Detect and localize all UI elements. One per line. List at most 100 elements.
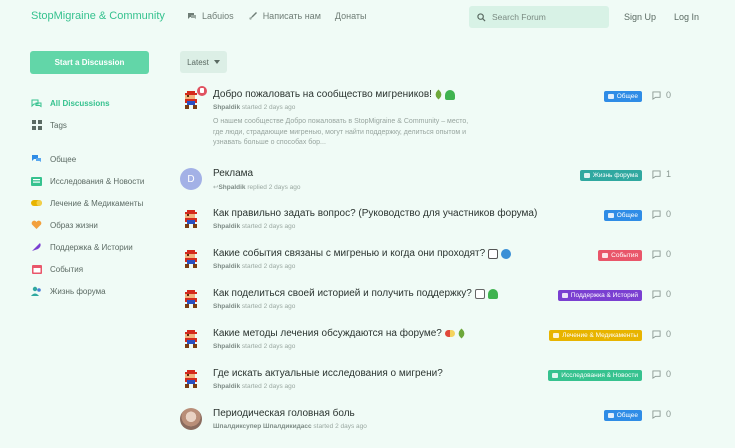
tag-badge[interactable]: Жизнь форума [579, 170, 642, 181]
chat-bubbles-icon [31, 98, 42, 109]
action-text: started [241, 343, 262, 350]
tag-icon [602, 253, 609, 258]
tag-label: Общее [616, 412, 638, 419]
sidebar-tag-events[interactable]: События [31, 258, 144, 280]
tag-badge[interactable]: Общее [603, 210, 642, 221]
time-text: 2 days ago [263, 343, 296, 350]
leaf-emoji-icon [456, 328, 467, 339]
sidebar-tag-research[interactable]: Исследования & Новости [31, 170, 144, 192]
author-name[interactable]: Shpaldik [213, 223, 240, 230]
tag-badge[interactable]: Лечение & Медикаменты [549, 330, 642, 341]
reply-count-number: 0 [666, 209, 672, 219]
nav-discussions[interactable]: Laбuiоs [187, 11, 234, 21]
discussion-title[interactable]: Какие события связаны с мигренью и когда… [213, 248, 512, 259]
author-name[interactable]: Shpaldik [213, 303, 240, 310]
tag-badge[interactable]: Исследования & Новости [548, 370, 642, 381]
newspaper-icon [31, 176, 42, 187]
avatar[interactable] [180, 248, 202, 270]
tag-badge[interactable]: Поддержка & Историй [557, 290, 642, 301]
tag-badge[interactable]: Общее [603, 410, 642, 421]
sidebar-tag-treatment[interactable]: Лечение & Медикаменты [31, 192, 144, 214]
pinned-icon [197, 86, 207, 96]
discussion-title[interactable]: Добро пожаловать на сообщество мигренико… [213, 89, 455, 100]
sidebar-item-all-discussions[interactable]: All Discussions [31, 92, 144, 114]
author-name[interactable]: Shpaldik [213, 383, 240, 390]
reply-count: 0 [652, 409, 671, 419]
comment-icon [652, 209, 661, 219]
discussion-row[interactable]: Где искать актуальные исследования о миг… [180, 368, 675, 392]
discussion-title[interactable]: Какие методы лечения обсуждаются на фору… [213, 328, 467, 339]
avatar[interactable] [180, 408, 202, 430]
time-text: 2 days ago [263, 263, 296, 270]
sidebar-tag-general[interactable]: Общее [31, 148, 144, 170]
discussion-row[interactable]: Какие методы лечения обсуждаются на фору… [180, 328, 675, 352]
comment-icon [652, 90, 661, 100]
avatar[interactable] [180, 328, 202, 350]
sidebar-tag-support[interactable]: Поддержка & Истории [31, 236, 144, 258]
tag-label: Исследования & Новости [561, 372, 638, 379]
search-input[interactable] [492, 12, 602, 22]
action-text: started [241, 223, 262, 230]
comment-icon [652, 169, 661, 179]
discussion-row[interactable]: Как правильно задать вопрос? (Руководств… [180, 208, 675, 232]
avatar[interactable] [180, 288, 202, 310]
sign-up-button[interactable]: Sign Up [624, 12, 656, 22]
search-box[interactable] [469, 6, 609, 28]
tag-badge[interactable]: Общее [603, 91, 642, 102]
sidebar-item-tags[interactable]: Tags [31, 114, 144, 136]
discussion-meta: ↩Shpaldik replied 2 days ago [213, 183, 301, 191]
discussion-title[interactable]: Реклама [213, 168, 253, 179]
nav-donate[interactable]: Донаты [335, 11, 367, 21]
globe-emoji-icon [501, 248, 512, 259]
nav-donate-label: Донаты [334, 11, 367, 21]
search-icon [477, 12, 486, 22]
discussion-row[interactable]: Добро пожаловать на сообщество мигренико… [180, 86, 675, 149]
sidebar-item-label: Tags [50, 120, 67, 130]
author-name[interactable]: Shpaldik [218, 184, 245, 191]
author-name[interactable]: Shpaldik [213, 343, 240, 350]
tag-icon [553, 333, 560, 338]
discussion-title[interactable]: Периодическая головная боль [213, 408, 355, 419]
discussion-title[interactable]: Где искать актуальные исследования о миг… [213, 368, 443, 379]
reply-count-number: 0 [666, 409, 672, 419]
discussion-row[interactable]: D Реклама ↩Shpaldik replied 2 days ago Жизн… [180, 168, 675, 192]
start-discussion-button[interactable]: Start a Discussion [30, 51, 149, 74]
discussion-meta: Shpaldik started 2 days ago [213, 343, 295, 350]
discussion-excerpt: О нашем сообществе Добро пожаловать в St… [213, 118, 469, 146]
reply-count-number: 1 [666, 169, 672, 179]
site-brand[interactable]: StopMigraine & Community [31, 10, 165, 22]
discussion-row[interactable]: Как поделиться своей историей и получить… [180, 288, 675, 312]
nav-contact[interactable]: Написать нам [248, 11, 321, 21]
discussion-title[interactable]: Как поделиться своей историей и получить… [213, 288, 498, 299]
discussion-row[interactable]: Какие события связаны с мигренью и когда… [180, 248, 675, 272]
log-in-button[interactable]: Log In [674, 12, 699, 22]
sort-dropdown[interactable]: Latest [180, 51, 227, 73]
tag-badge[interactable]: События [598, 250, 642, 261]
users-icon [31, 286, 42, 297]
discussion-row[interactable]: Периодическая головная боль Шпалдиксупер … [180, 408, 675, 432]
avatar[interactable]: D [180, 168, 202, 190]
avatar[interactable] [180, 208, 202, 230]
author-name[interactable]: Shpaldik [213, 263, 240, 270]
green-heart-icon [444, 89, 455, 100]
avatar[interactable] [180, 368, 202, 390]
chat-icon [31, 154, 42, 165]
tag-icon [552, 373, 559, 378]
discussion-title[interactable]: Как правильно задать вопрос? (Руководств… [213, 208, 537, 219]
discussion-title-text: Как поделиться своей историей и получить… [213, 288, 472, 299]
tag-label: Поддержка & Историй [570, 292, 638, 299]
tag-icon [607, 413, 614, 418]
discussion-meta: Shpaldik started 2 days ago [213, 263, 295, 270]
reply-count: 0 [652, 249, 671, 259]
sidebar-tag-forum-life[interactable]: Жизнь форума [31, 280, 144, 302]
reply-count-number: 0 [666, 369, 672, 379]
avatar-letter: D [187, 173, 195, 185]
sort-label: Latest [187, 57, 209, 67]
author-name[interactable]: Шпалдиксупер Шпалдикидасс [213, 423, 312, 430]
author-name[interactable]: Shpaldik [213, 104, 240, 111]
sidebar-tag-lifestyle[interactable]: Образ жизни [31, 214, 144, 236]
top-nav: Laбuiоs Написать нам Донаты [187, 11, 366, 21]
reply-count-number: 0 [666, 249, 672, 259]
comment-icon [652, 289, 661, 299]
avatar-pixel-icon [185, 250, 197, 268]
